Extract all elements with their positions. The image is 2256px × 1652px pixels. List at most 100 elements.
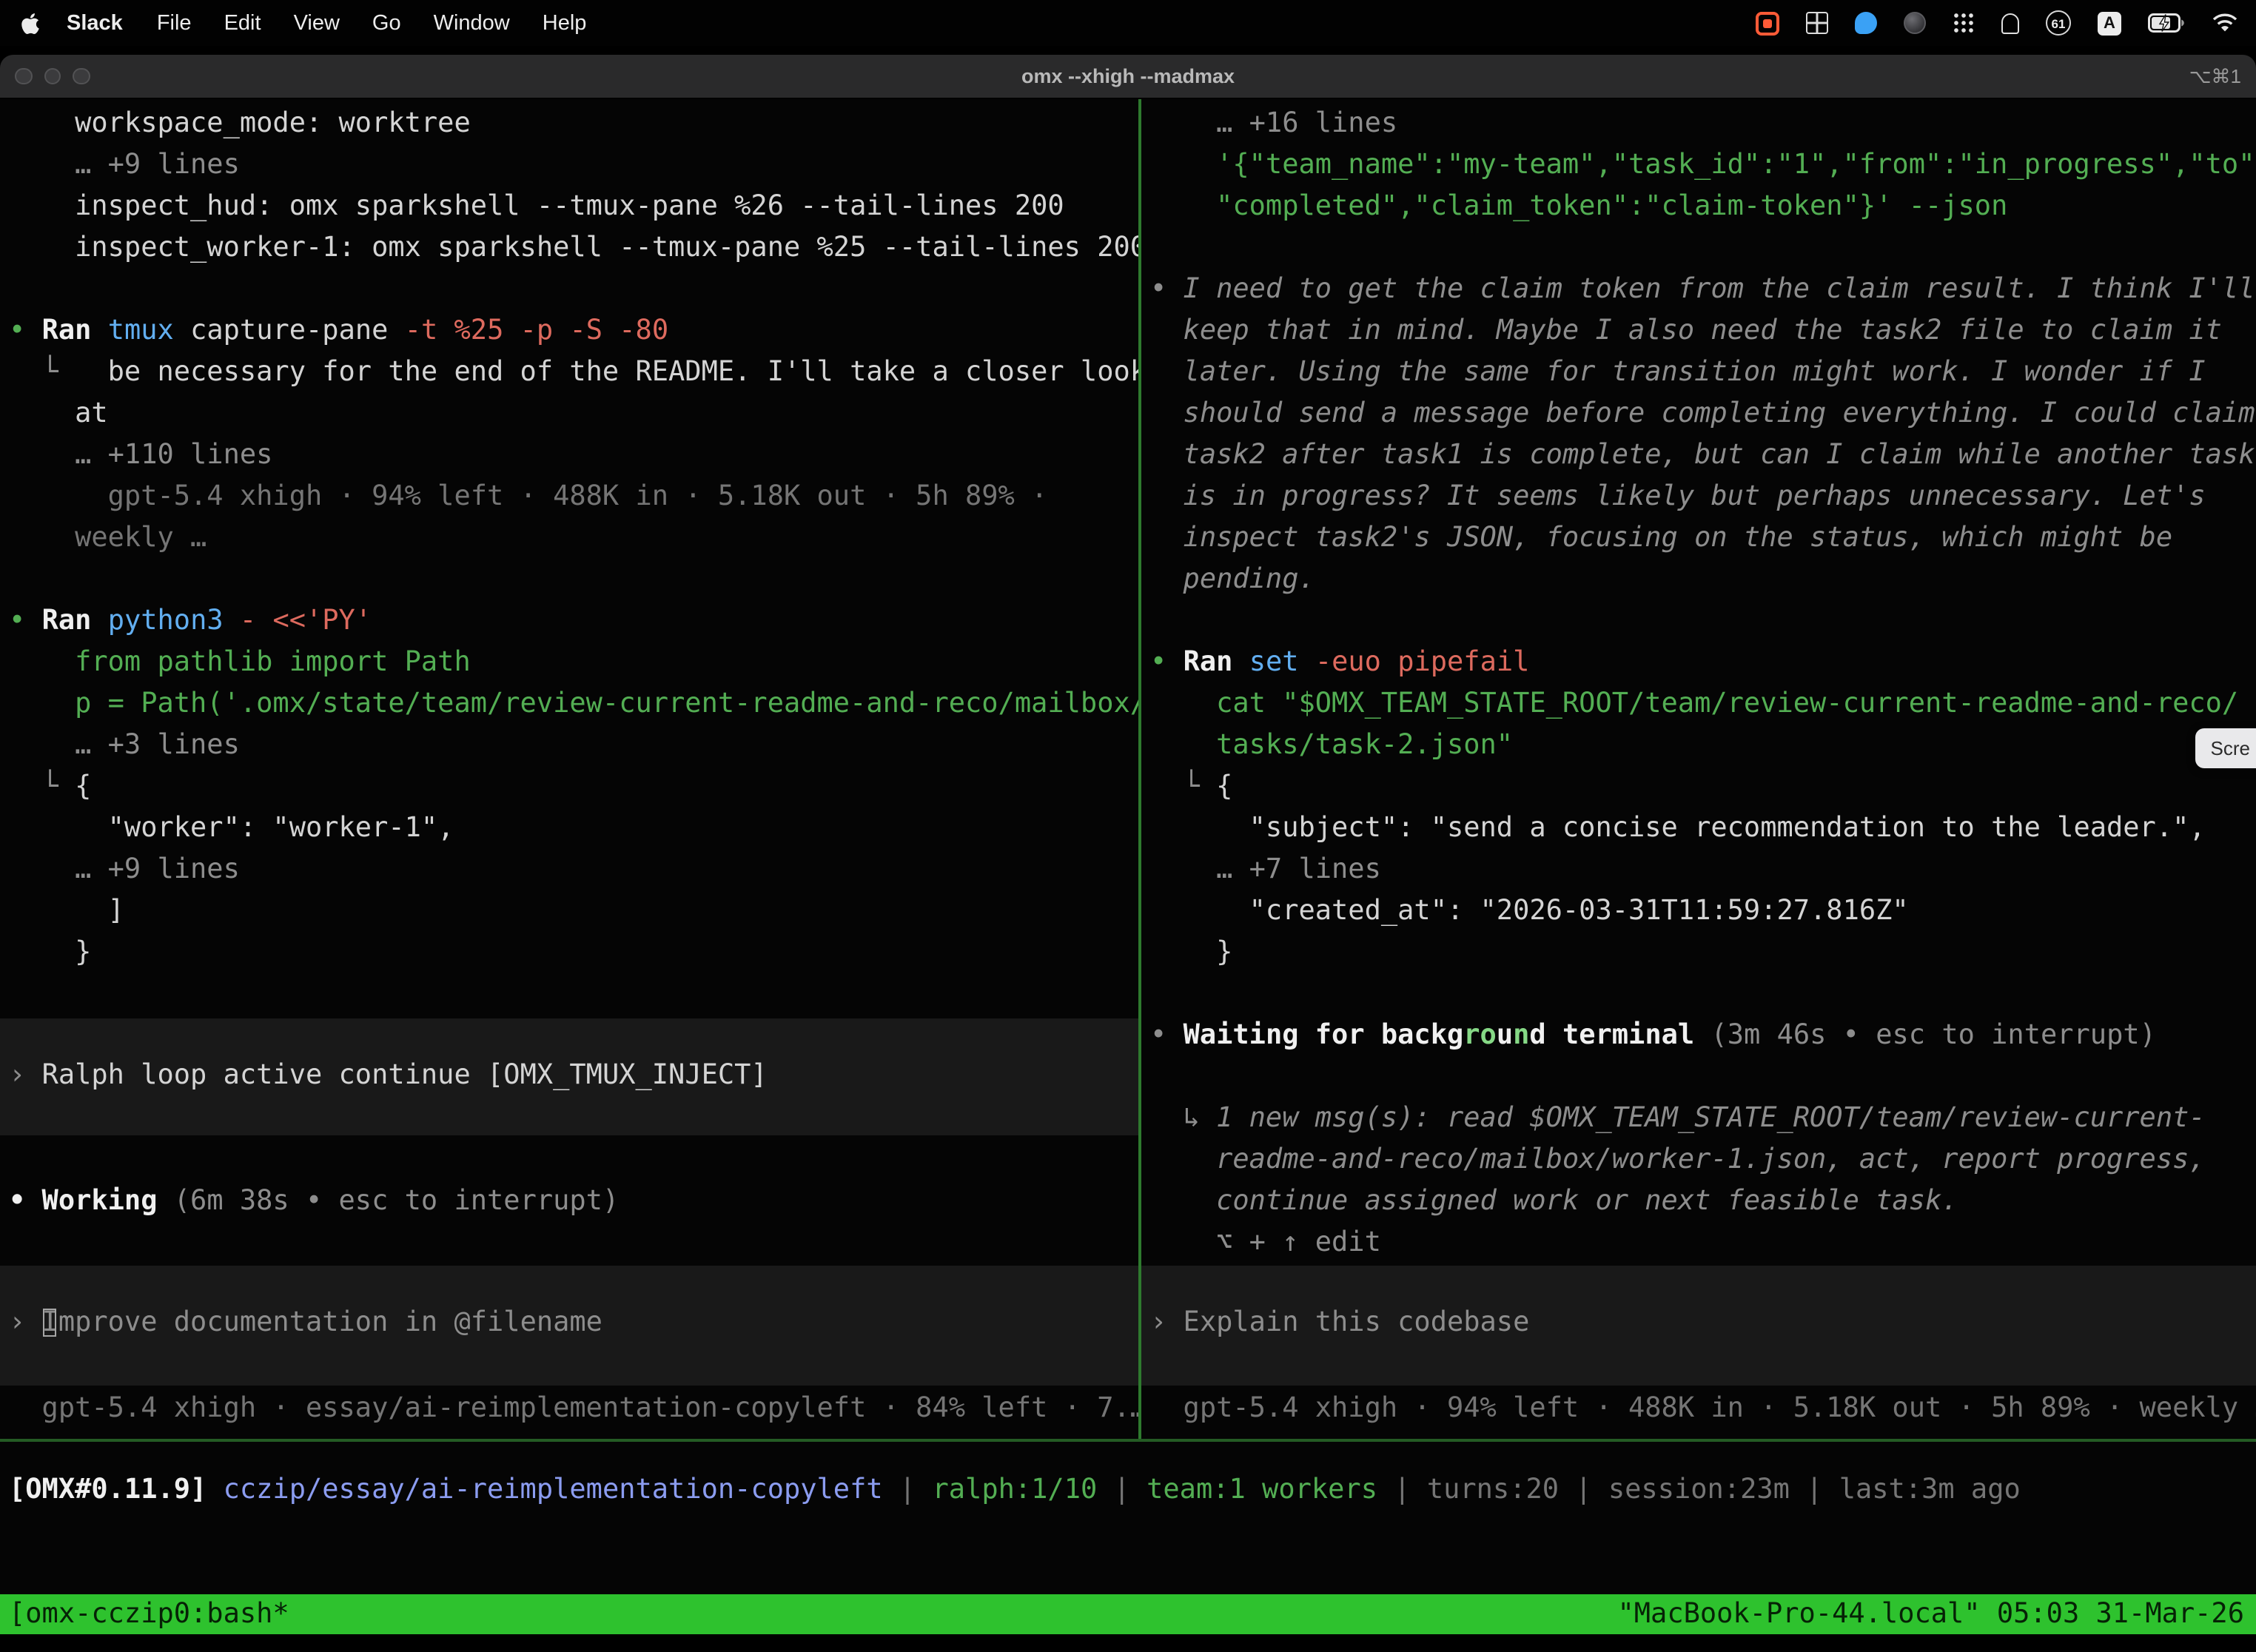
terminal-line: … +3 lines bbox=[9, 725, 1138, 767]
input-source-icon[interactable]: A bbox=[2098, 11, 2121, 35]
terminal-line: … +7 lines bbox=[1150, 850, 2256, 891]
terminal-line bbox=[1150, 974, 2256, 1015]
terminal-line: gpt-5.4 xhigh · 94% left · 488K in · 5.1… bbox=[9, 477, 1138, 518]
pane-left-statusline: gpt-5.4 xhigh · essay/ai-reimplementatio… bbox=[9, 1389, 1138, 1430]
terminal-line: } bbox=[1150, 933, 2256, 974]
menu-view[interactable]: View bbox=[278, 11, 356, 35]
terminal-line: should send a message before completing … bbox=[1150, 394, 2256, 435]
pane-right[interactable]: … +16 lines '{"team_name":"my-team","tas… bbox=[1141, 99, 2256, 1439]
terminal-line: • Working (6m 38s • esc to interrupt) bbox=[9, 1181, 1138, 1223]
terminal-line: • Ran tmux capture-pane -t %25 -p -S -80 bbox=[9, 311, 1138, 352]
terminal-line: continue assigned work or next feasible … bbox=[1150, 1181, 2256, 1223]
terminal-line: '{"team_name":"my-team","task_id":"1","f… bbox=[1150, 145, 2256, 187]
terminal-line: └ be necessary for the end of the README… bbox=[9, 352, 1138, 394]
omx-statusline: [OMX#0.11.9] cczip/essay/ai-reimplementa… bbox=[0, 1470, 2256, 1511]
tmux-session-label: [omx-cczip0:bash* bbox=[9, 1594, 289, 1634]
terminal-line: › Explain this codebase bbox=[1150, 1303, 2256, 1344]
terminal-line: › Improve documentation in @filename bbox=[9, 1303, 1138, 1344]
minimize-button[interactable] bbox=[44, 68, 61, 85]
terminal-line: tasks/task-2.json" bbox=[1150, 725, 2256, 767]
zoom-button[interactable] bbox=[73, 68, 90, 85]
terminal-line: ↳ 1 new msg(s): read $OMX_TEAM_STATE_ROO… bbox=[1150, 1098, 2256, 1140]
screen: Slack FileEditViewGoWindowHelp 61 A bbox=[0, 0, 2256, 1652]
terminal-line: › Ralph loop active continue [OMX_TMUX_I… bbox=[9, 1055, 1138, 1097]
grid-app-icon[interactable] bbox=[1806, 12, 1828, 34]
terminal-line: gpt-5.4 xhigh · 94% left · 488K in · 5.1… bbox=[1150, 1389, 2256, 1430]
menu-bar: Slack FileEditViewGoWindowHelp 61 A bbox=[0, 0, 2256, 46]
terminal-line: cat "$OMX_TEAM_STATE_ROOT/team/review-cu… bbox=[1150, 684, 2256, 725]
terminal-line: [OMX#0.11.9] cczip/essay/ai-reimplementa… bbox=[9, 1470, 2256, 1511]
ralph-loop-banner: › Ralph loop active continue [OMX_TMUX_I… bbox=[0, 1018, 1138, 1135]
menu-file[interactable]: File bbox=[141, 11, 208, 35]
pane-left[interactable]: workspace_mode: worktree … +9 lines insp… bbox=[0, 99, 1138, 1439]
terminal-line: • I need to get the claim token from the… bbox=[1150, 269, 2256, 311]
wifi-icon[interactable] bbox=[2212, 13, 2238, 33]
menu-help[interactable]: Help bbox=[526, 11, 603, 35]
menu-items: FileEditViewGoWindowHelp bbox=[141, 11, 603, 35]
terminal-line bbox=[1150, 1057, 2256, 1098]
menu-app-name[interactable]: Slack bbox=[49, 11, 141, 35]
terminal-line: • Ran set -euo pipefail bbox=[1150, 642, 2256, 684]
terminal-line: … +9 lines bbox=[9, 850, 1138, 891]
terminal-line: "subject": "send a concise recommendatio… bbox=[1150, 808, 2256, 850]
terminal-line: p = Path('.omx/state/team/review-current… bbox=[9, 684, 1138, 725]
terminal-line: later. Using the same for transition mig… bbox=[1150, 352, 2256, 394]
dots-grid-icon[interactable] bbox=[1953, 12, 1975, 34]
terminal-line: … +9 lines bbox=[9, 145, 1138, 187]
terminal-line: inspect task2's JSON, focusing on the st… bbox=[1150, 518, 2256, 560]
terminal-line: … +110 lines bbox=[9, 435, 1138, 477]
terminal-line bbox=[1150, 601, 2256, 642]
terminal-line: inspect_hud: omx sparkshell --tmux-pane … bbox=[9, 187, 1138, 228]
close-button[interactable] bbox=[15, 68, 32, 85]
prompt-right[interactable]: › Explain this codebase bbox=[1141, 1266, 2256, 1386]
terminal-line: from pathlib import Path bbox=[9, 642, 1138, 684]
recording-indicator-icon[interactable] bbox=[1756, 11, 1779, 35]
panes-bottom-border bbox=[0, 1439, 2256, 1442]
apple-menu-icon[interactable] bbox=[21, 11, 49, 35]
terminal-line bbox=[9, 560, 1138, 601]
prompt-left[interactable]: › Improve documentation in @filename bbox=[0, 1266, 1138, 1386]
terminal-line bbox=[9, 269, 1138, 311]
menu-edit[interactable]: Edit bbox=[208, 11, 278, 35]
screen-sharing-tooltip[interactable]: Scre bbox=[2196, 728, 2256, 768]
terminal-line: "created_at": "2026-03-31T11:59:27.816Z" bbox=[1150, 891, 2256, 933]
temperature-badge[interactable]: 61 bbox=[2046, 10, 2071, 36]
menu-window[interactable]: Window bbox=[417, 11, 526, 35]
terminal-line: "completed","claim_token":"claim-token"}… bbox=[1150, 187, 2256, 228]
tmux-host-time: "MacBook-Pro-44.local" 05:03 31-Mar-26 bbox=[1618, 1594, 2245, 1634]
terminal-line: gpt-5.4 xhigh · essay/ai-reimplementatio… bbox=[9, 1389, 1138, 1430]
terminal-line: … +16 lines bbox=[1150, 104, 2256, 145]
terminal-line: keep that in mind. Maybe I also need the… bbox=[1150, 311, 2256, 352]
terminal-line: weekly … bbox=[9, 518, 1138, 560]
terminal-line: ⌥ + ↑ edit bbox=[1150, 1223, 2256, 1264]
tmux-status-bar: [omx-cczip0:bash* "MacBook-Pro-44.local"… bbox=[0, 1594, 2256, 1634]
terminal-line: "worker": "worker-1", bbox=[9, 808, 1138, 850]
terminal-line: └ { bbox=[9, 767, 1138, 808]
terminal-line: inspect_worker-1: omx sparkshell --tmux-… bbox=[9, 228, 1138, 269]
window-title: omx --xhigh --madmax bbox=[0, 65, 2256, 87]
dark-sphere-app-icon[interactable] bbox=[1904, 12, 1926, 34]
window-titlebar[interactable]: omx --xhigh --madmax ⌥⌘1 bbox=[0, 55, 2256, 99]
terminal-line bbox=[1150, 228, 2256, 269]
terminal-line: } bbox=[9, 933, 1138, 974]
terminal-line: ] bbox=[9, 891, 1138, 933]
ghost-app-icon[interactable] bbox=[2001, 13, 2019, 33]
terminal-line: └ { bbox=[1150, 767, 2256, 808]
working-status: • Working (6m 38s • esc to interrupt) bbox=[9, 1181, 1138, 1223]
battery-icon[interactable] bbox=[2148, 13, 2185, 33]
terminal-line: • Ran python3 - <<'PY' bbox=[9, 601, 1138, 642]
window-shortcut: ⌥⌘1 bbox=[2189, 64, 2256, 88]
terminal: workspace_mode: worktree … +9 lines insp… bbox=[0, 99, 2256, 1652]
terminal-line: pending. bbox=[1150, 560, 2256, 601]
terminal-line: task2 after task1 is complete, but can I… bbox=[1150, 435, 2256, 477]
terminal-window: omx --xhigh --madmax ⌥⌘1 workspace_mode:… bbox=[0, 55, 2256, 1652]
terminal-line: is in progress? It seems likely but perh… bbox=[1150, 477, 2256, 518]
pane-right-output: … +16 lines '{"team_name":"my-team","tas… bbox=[1150, 104, 2256, 1264]
terminal-line: readme-and-reco/mailbox/worker-1.json, a… bbox=[1150, 1140, 2256, 1181]
terminal-line: • Waiting for background terminal (3m 46… bbox=[1150, 1015, 2256, 1057]
blue-app-icon[interactable] bbox=[1855, 12, 1877, 34]
terminal-line: workspace_mode: worktree bbox=[9, 104, 1138, 145]
terminal-line: at bbox=[9, 394, 1138, 435]
menu-go[interactable]: Go bbox=[356, 11, 417, 35]
pane-left-output: workspace_mode: worktree … +9 lines insp… bbox=[9, 104, 1138, 974]
